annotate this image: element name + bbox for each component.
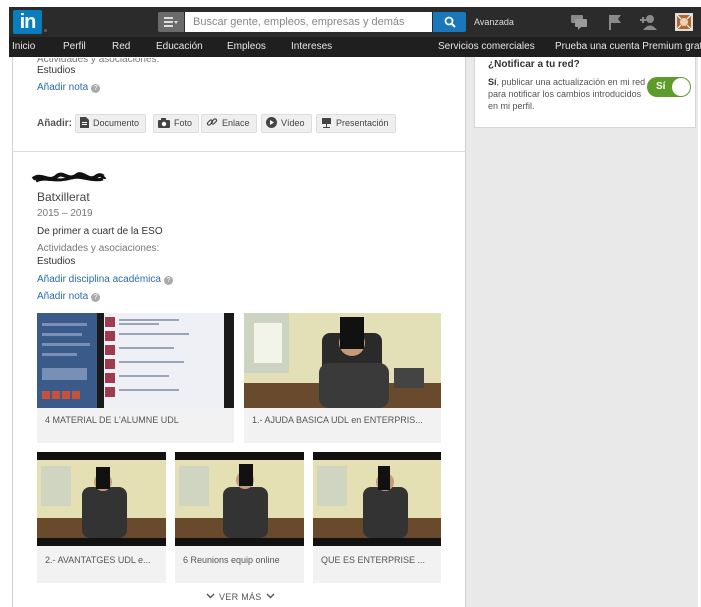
nav-business-services[interactable]: Servicios comerciales <box>438 37 535 57</box>
chevron-down-icon <box>206 593 215 599</box>
nav-intereses[interactable]: Intereses <box>291 37 332 57</box>
activities-label: Actividades y asociaciones: <box>37 243 160 254</box>
add-note-link[interactable]: Añadir nota? <box>37 291 101 302</box>
video-thumbnail-image <box>313 452 441 546</box>
media-tile[interactable]: QUE ES ENTERPRISE ... <box>313 452 441 583</box>
notify-toggle[interactable]: Sí <box>647 77 691 97</box>
media-thumbnail <box>37 452 166 546</box>
document-icon <box>80 117 89 128</box>
video-thumbnail-image <box>37 452 166 546</box>
presentation-icon <box>322 118 331 128</box>
camera-icon <box>158 118 170 128</box>
add-document-button[interactable]: Documento <box>75 114 147 133</box>
media-thumbnail <box>313 452 441 546</box>
nav-inicio[interactable]: Inicio <box>12 37 35 57</box>
see-more-button[interactable]: VER MÁS <box>206 592 275 602</box>
nav-perfil[interactable]: Perfil <box>63 37 86 57</box>
add-note-link-top[interactable]: Añadir nota? <box>37 82 101 93</box>
degree-title: Batxillerat <box>37 190 90 204</box>
media-thumbnail <box>37 313 234 408</box>
play-icon <box>266 117 277 128</box>
messages-icon[interactable] <box>570 13 588 31</box>
media-tile[interactable]: 1.- AJUDA BASICA UDL en ENTERPRIS... <box>244 313 441 443</box>
avatar-icon[interactable] <box>675 13 693 31</box>
add-connection-icon[interactable] <box>640 13 658 31</box>
redacted-school-name <box>31 172 107 183</box>
media-caption: 4 MATERIAL DE L'ALUMNE UDL <box>45 415 179 425</box>
flag-icon[interactable] <box>606 13 624 31</box>
search-type-dropdown[interactable] <box>158 12 184 32</box>
video-thumbnail-image <box>175 452 304 546</box>
add-photo-button[interactable]: Foto <box>153 114 200 133</box>
toggle-knob <box>672 78 690 96</box>
logo-text: in <box>19 11 37 33</box>
nav-empleos[interactable]: Empleos <box>227 37 266 57</box>
linkedin-logo[interactable]: in <box>13 10 47 34</box>
activities-value-top: Estudios <box>37 65 76 76</box>
help-icon[interactable]: ? <box>91 84 101 93</box>
media-tile[interactable]: 4 MATERIAL DE L'ALUMNE UDL <box>37 313 234 443</box>
list-icon <box>164 17 178 27</box>
media-caption: QUE ES ENTERPRISE ... <box>321 555 426 565</box>
add-presentation-button[interactable]: Presentación <box>316 114 396 133</box>
notify-text: Sí, publicar una actualización en mi red… <box>488 77 646 111</box>
media-tile[interactable]: 6 Reunions equip online <box>175 452 304 583</box>
main-nav: Inicio Perfil Red Educación Empleos Inte… <box>9 37 701 57</box>
search-input[interactable] <box>185 12 432 32</box>
section-divider <box>12 151 466 152</box>
search-button[interactable] <box>433 12 466 32</box>
nav-educacion[interactable]: Educación <box>156 37 203 57</box>
search-icon <box>444 16 456 28</box>
toggle-label: Sí <box>656 81 666 92</box>
chevron-down-icon <box>266 593 275 599</box>
top-bar: in Avanzada <box>9 7 701 37</box>
entry-years: 2015 – 2019 <box>37 208 93 219</box>
link-icon <box>206 118 218 126</box>
attach-label: Añadir: <box>37 118 72 129</box>
add-video-button[interactable]: Vídeo <box>261 114 312 133</box>
nav-premium[interactable]: Prueba una cuenta Premium gratis <box>555 37 701 57</box>
notify-title: ¿Notificar a tu red? <box>488 59 580 70</box>
help-icon[interactable]: ? <box>91 293 101 302</box>
activities-value: Estudios <box>37 256 76 267</box>
notify-network-card: ¿Notificar a tu red? Sí, publicar una ac… <box>474 57 696 128</box>
right-column <box>466 57 698 607</box>
media-thumbnail <box>244 313 441 408</box>
media-caption: 6 Reunions equip online <box>183 555 280 565</box>
add-link-button[interactable]: Enlace <box>201 114 257 133</box>
add-discipline-link[interactable]: Añadir disciplina académica? <box>37 274 173 285</box>
media-caption: 1.- AJUDA BASICA UDL en ENTERPRIS... <box>252 415 423 425</box>
video-thumbnail-image <box>244 313 441 408</box>
advanced-search-link[interactable]: Avanzada <box>474 7 514 37</box>
document-thumbnail-image <box>37 313 234 408</box>
media-thumbnail <box>175 452 304 546</box>
media-caption: 2.- AVANTATGES UDL e... <box>45 555 151 565</box>
nav-red[interactable]: Red <box>112 37 130 57</box>
media-tile[interactable]: 2.- AVANTATGES UDL e... <box>37 452 166 583</box>
entry-description: De primer a cuart de la ESO <box>37 226 163 237</box>
profile-photo-icon <box>676 14 692 30</box>
help-icon[interactable]: ? <box>163 276 173 285</box>
left-margin <box>0 57 12 607</box>
